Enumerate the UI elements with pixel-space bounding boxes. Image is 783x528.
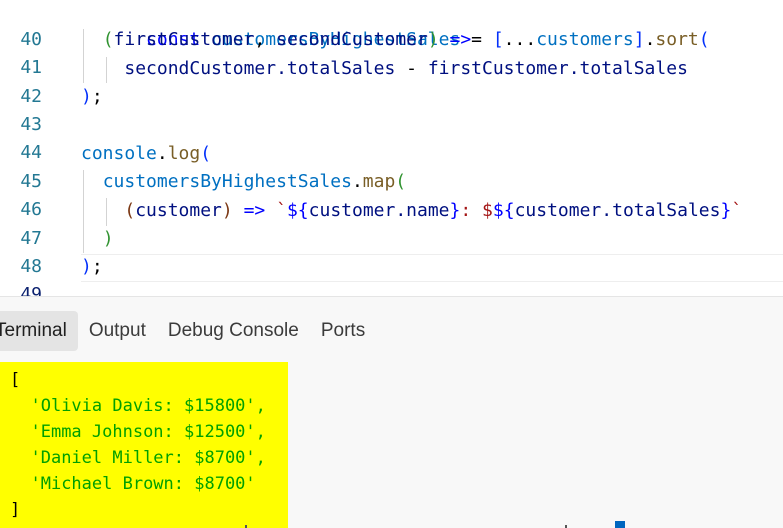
template-close-token: }: [449, 200, 461, 221]
code-line-43[interactable]: 43 );: [0, 83, 783, 135]
parameter-token: customer: [135, 200, 222, 221]
code-line-40[interactable]: 40 const customersByHighestSales = [...c…: [0, 0, 783, 50]
line-number: 49: [20, 284, 42, 296]
terminal-line: ]: [10, 500, 21, 520]
variable-token: console: [81, 143, 157, 164]
semicolon-token: ;: [91, 86, 103, 107]
code-line-42[interactable]: 42 secondCustomer.totalSales - firstCust…: [0, 55, 783, 107]
terminal-line: 'Daniel Miller: $8700',: [10, 445, 266, 471]
terminal-string: 'Olivia Davis: $15800',: [30, 396, 266, 416]
terminal-line: 'Michael Brown: $8700': [10, 471, 256, 497]
property-token: .totalSales: [276, 58, 396, 79]
parameter-token: secondCustomer: [124, 58, 277, 79]
template-tick-token: `: [276, 200, 287, 221]
template-tick-token: `: [731, 200, 743, 221]
property-token: .totalSales: [568, 58, 688, 79]
template-open-token: ${: [286, 200, 309, 221]
paren-token: ): [102, 228, 114, 249]
code-editor[interactable]: 40 const customersByHighestSales = [...c…: [0, 0, 783, 296]
terminal-output[interactable]: [ 'Olivia Davis: $15800', 'Emma Johnson:…: [0, 362, 288, 528]
semicolon-token: ;: [91, 256, 103, 277]
paren-token: (: [395, 171, 407, 192]
terminal-string: 'Michael Brown: $8700': [30, 474, 256, 494]
code-line-49[interactable]: 49 );: [0, 253, 783, 296]
function-token: map: [362, 171, 396, 192]
tab-output[interactable]: Output: [78, 311, 157, 351]
terminal-line: 'Olivia Davis: $15800',: [10, 393, 266, 419]
parameter-token: firstCustomer: [113, 29, 255, 50]
terminal-line: 'Emma Johnson: $12500',: [10, 419, 266, 445]
paren-token: ): [81, 256, 92, 277]
code-line-41[interactable]: 41 (firstCustomer, secondCustomer) =>: [0, 26, 783, 78]
terminal-cursor: [615, 521, 625, 528]
code-line-48[interactable]: 48 ): [0, 225, 783, 277]
terminal-string: 'Emma Johnson: $12500',: [30, 422, 266, 442]
tab-terminal[interactable]: Terminal: [0, 311, 78, 351]
string-token: : $: [460, 200, 493, 221]
dot-token: .: [351, 171, 363, 192]
paren-token: ): [427, 29, 439, 50]
terminal-line: [: [10, 370, 21, 390]
paren-token: (: [200, 143, 212, 164]
tab-ports[interactable]: Ports: [310, 311, 376, 351]
arrow-token: =>: [438, 29, 472, 50]
expression-token: customer.name: [308, 200, 450, 221]
operator-token: -: [395, 58, 428, 79]
code-line-47[interactable]: 47 (customer) => `${customer.name}: $${c…: [0, 197, 783, 249]
paren-token: ): [221, 200, 233, 221]
arrow-token: =>: [232, 200, 277, 221]
template-open-token: ${: [492, 200, 515, 221]
template-close-token: }: [720, 200, 732, 221]
tab-debug-console[interactable]: Debug Console: [157, 311, 310, 351]
code-line-44[interactable]: 44: [0, 111, 783, 163]
expression-token: customer.totalSales: [514, 200, 721, 221]
variable-token: customersByHighestSales: [102, 171, 352, 192]
paren-token: (: [102, 29, 114, 50]
code-line-45[interactable]: 45 console.log(: [0, 140, 783, 192]
parameter-token: firstCustomer: [427, 58, 569, 79]
code-line-46[interactable]: 46 customersByHighestSales.map(: [0, 168, 783, 220]
dot-token: .: [156, 143, 168, 164]
terminal-string: 'Daniel Miller: $8700',: [30, 448, 266, 468]
panel-tabs: Terminal Output Debug Console Ports: [0, 311, 376, 351]
paren-token: ): [81, 86, 92, 107]
bottom-panel: Terminal Output Debug Console Ports [ 'O…: [0, 297, 783, 528]
paren-token: (: [124, 200, 136, 221]
comma-token: ,: [254, 29, 277, 50]
parameter-token: secondCustomer: [276, 29, 428, 50]
function-token: log: [167, 143, 201, 164]
